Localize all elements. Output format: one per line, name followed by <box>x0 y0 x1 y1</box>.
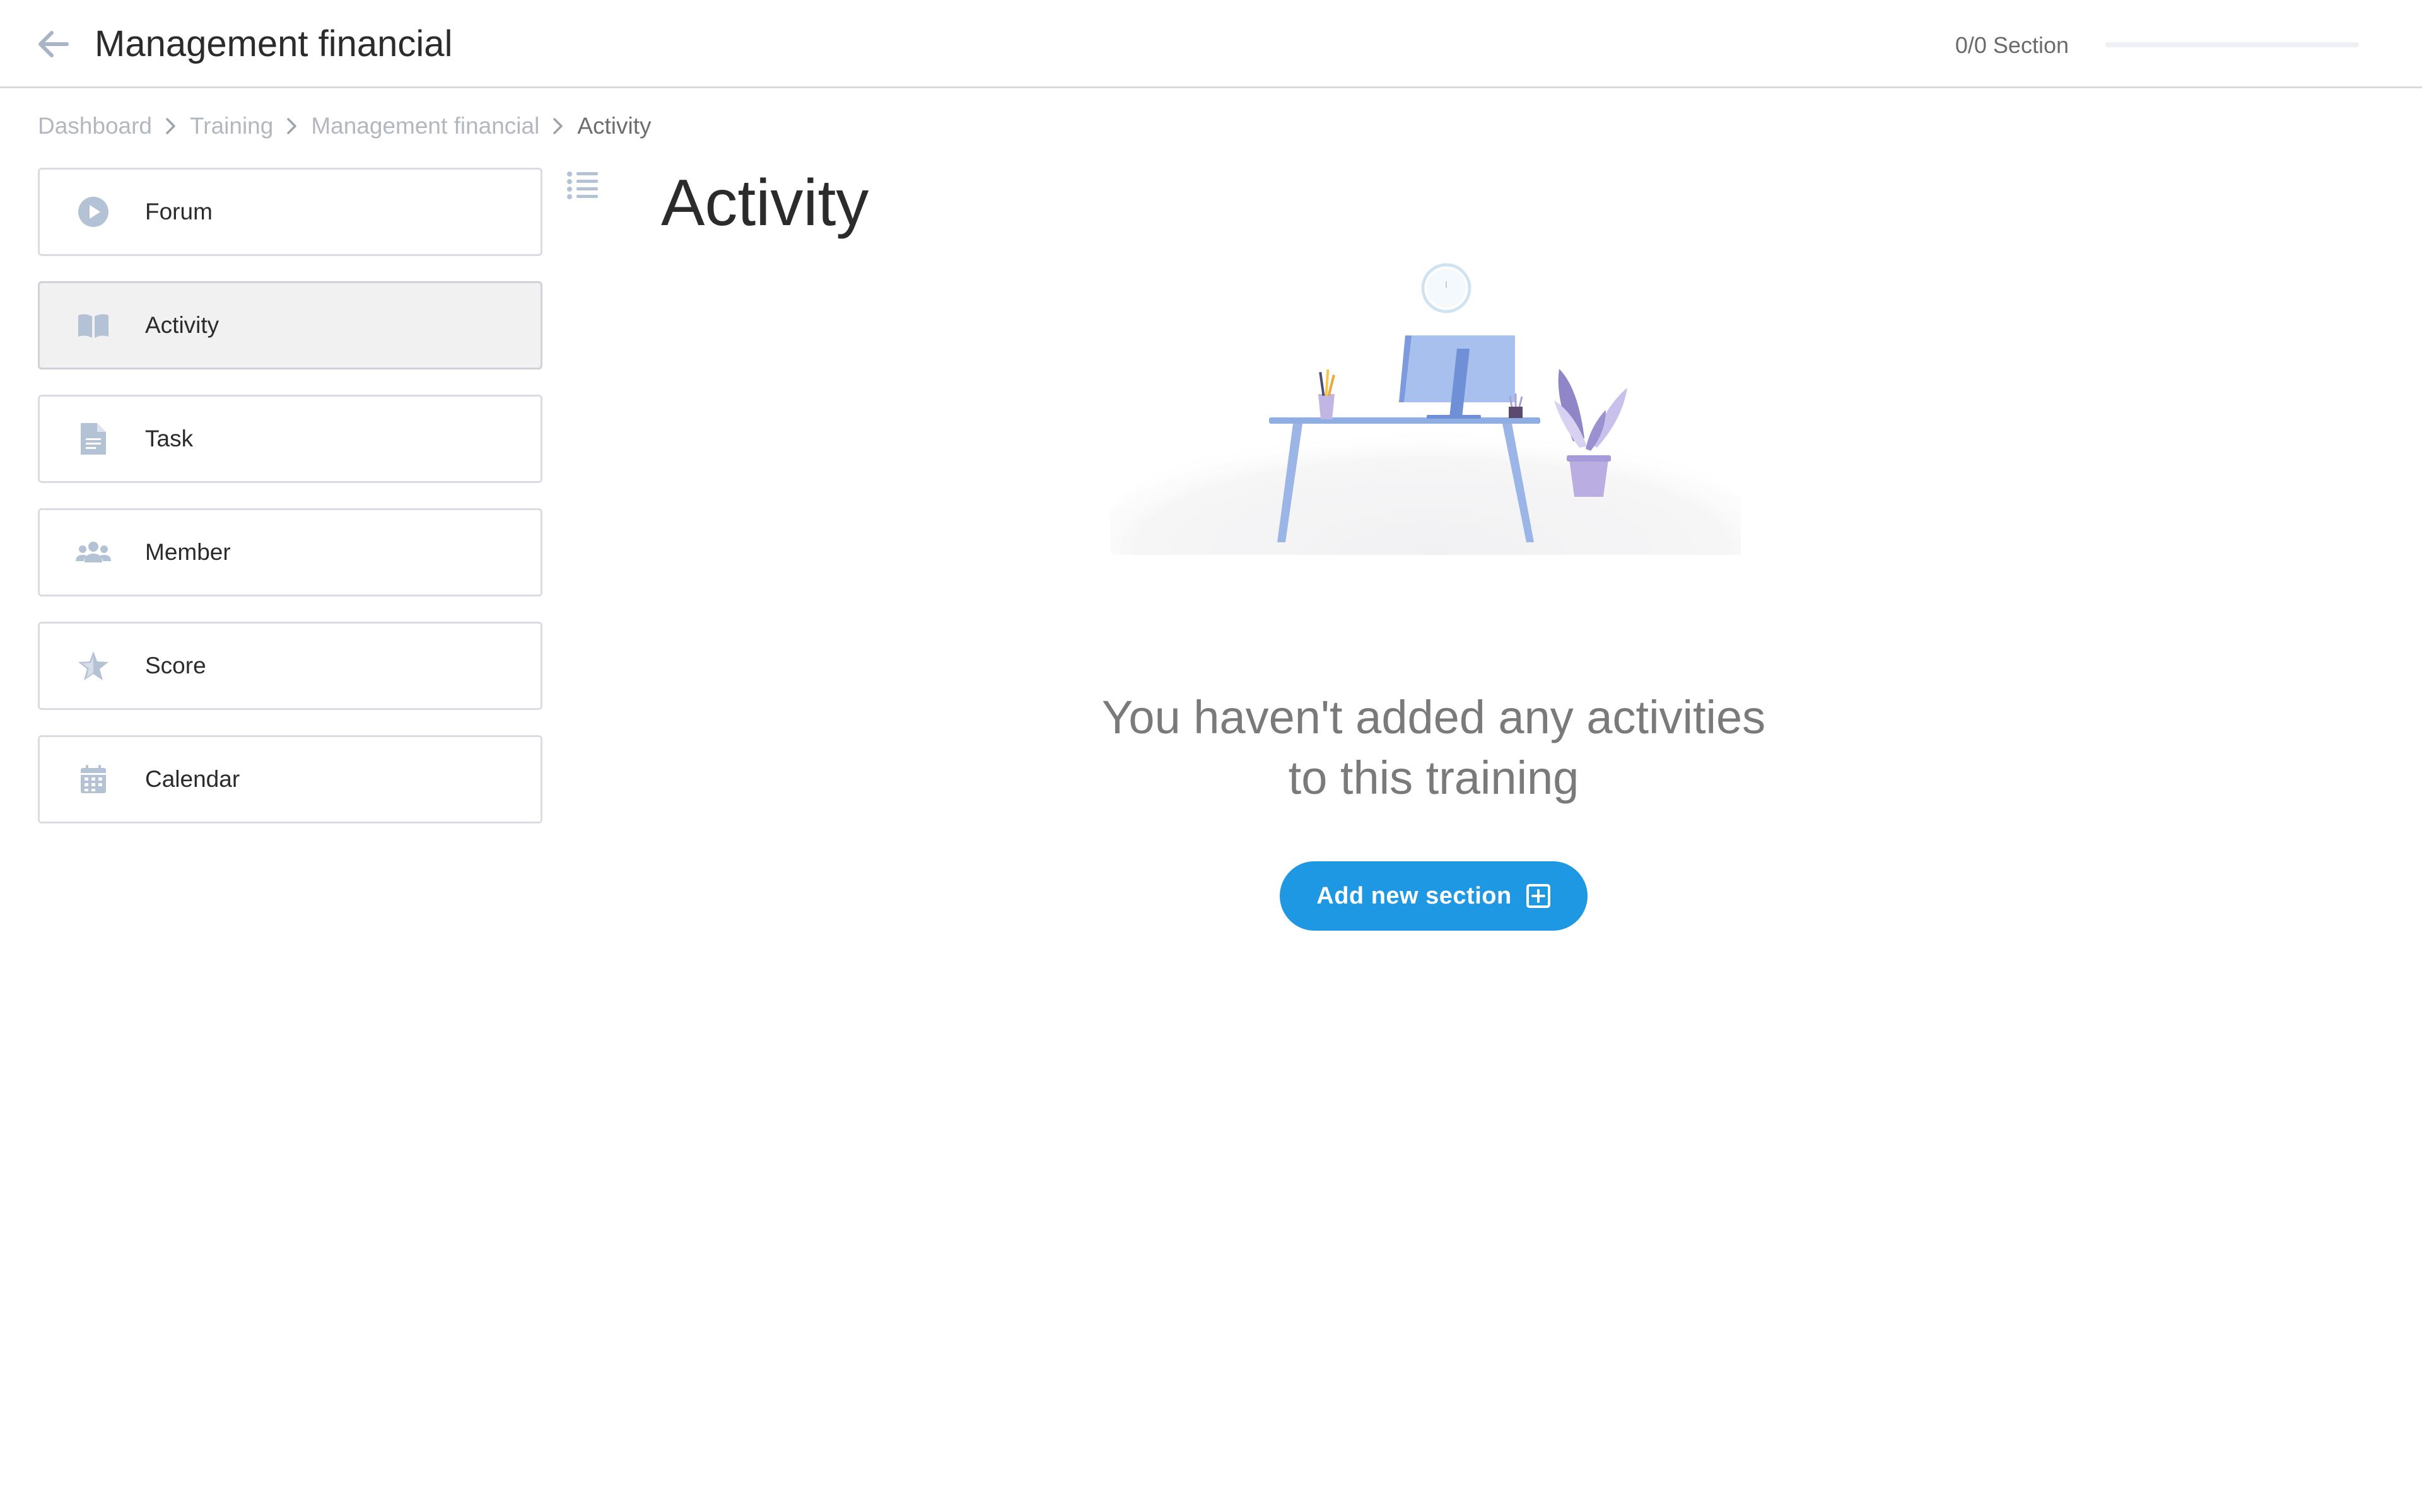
book-icon <box>74 306 112 344</box>
sidebar-item-label: Calendar <box>145 766 240 792</box>
sidebar-item-forum[interactable]: Forum <box>38 168 542 256</box>
empty-state-message: You haven't added any activities to this… <box>1009 687 1858 808</box>
play-circle-icon <box>74 193 112 231</box>
add-new-section-label: Add new section <box>1316 882 1512 909</box>
list-toggle-button[interactable] <box>566 170 599 199</box>
empty-state-illustration <box>1104 259 1760 631</box>
chevron-right-icon <box>539 112 577 140</box>
page-title: Activity <box>661 166 869 240</box>
sidebar-item-label: Member <box>145 539 231 565</box>
sidebar-item-member[interactable]: Member <box>38 508 542 596</box>
breadcrumb-dashboard[interactable]: Dashboard <box>38 112 152 140</box>
sidebar-item-score[interactable]: Score <box>38 622 542 710</box>
section-progress-text: 0/0 Section <box>1955 32 2069 58</box>
chevron-right-icon <box>273 112 311 140</box>
empty-state-line-1: You haven't added any activities <box>1101 691 1766 743</box>
arrow-left-icon <box>38 31 69 57</box>
back-button[interactable] <box>35 26 71 62</box>
sidebar-item-calendar[interactable]: Calendar <box>38 735 542 823</box>
clock-icon <box>1421 263 1471 313</box>
plus-square-icon <box>1526 883 1551 909</box>
sidebar-item-label: Task <box>145 426 194 451</box>
breadcrumb: Dashboard Training Management financial … <box>38 112 652 140</box>
document-icon <box>74 420 112 458</box>
sidebar-item-label: Forum <box>145 199 213 224</box>
breadcrumb-management-financial[interactable]: Management financial <box>311 112 539 140</box>
empty-state-line-2: to this training <box>1288 752 1579 804</box>
breadcrumb-training[interactable]: Training <box>190 112 273 140</box>
star-icon <box>74 647 112 685</box>
sidebar-item-task[interactable]: Task <box>38 395 542 483</box>
sidebar-item-label: Activity <box>145 312 219 338</box>
breadcrumb-activity: Activity <box>577 113 652 139</box>
calendar-icon <box>74 760 112 798</box>
top-header: Management financial 0/0 Section <box>0 0 2422 88</box>
course-title: Management financial <box>95 23 453 64</box>
users-icon <box>74 533 112 571</box>
sidebar-nav: Forum Activity Task Member Score Calenda… <box>38 168 542 849</box>
list-icon <box>567 172 598 199</box>
sidebar-item-activity[interactable]: Activity <box>38 281 542 369</box>
chevron-right-icon <box>152 112 190 140</box>
add-new-section-button[interactable]: Add new section <box>1280 861 1588 931</box>
sidebar-item-label: Score <box>145 653 206 678</box>
section-progress-bar <box>2105 42 2359 47</box>
